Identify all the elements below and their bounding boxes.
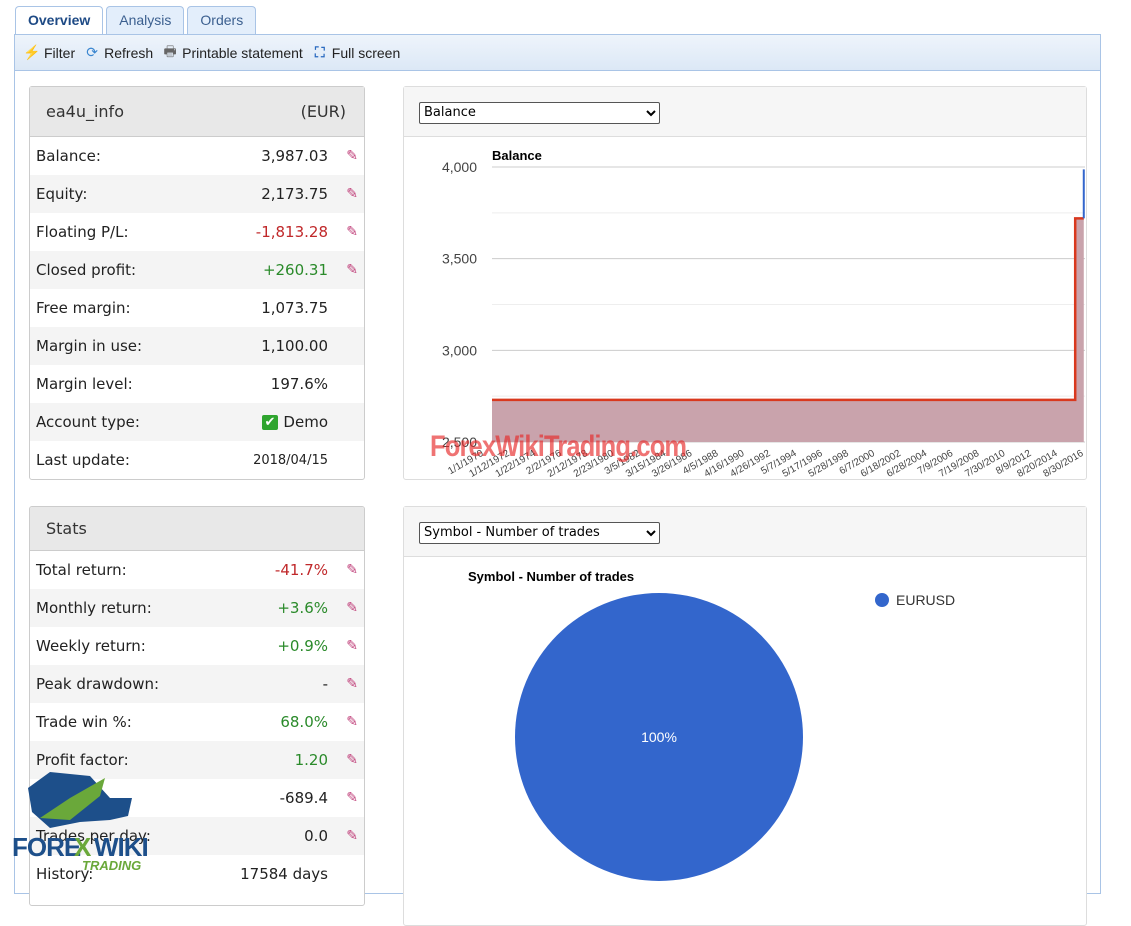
stat-row: Total return: -41.7% ✎ [30,551,364,589]
row-value: -1,813.28 [255,223,328,241]
row-value: 1,100.00 [261,337,328,355]
row-value: -41.7% [274,561,328,579]
legend-label: EURUSD [896,592,955,608]
legend-marker [875,593,889,607]
chart-icon[interactable]: ✎ [328,262,358,278]
forexwiki-logo: FORE X WIKI TRADING [12,772,149,873]
refresh-icon: ⟳ [86,44,98,60]
printer-icon: 🖶 [163,42,177,59]
stat-row: Floating P/L: -1,813.28 ✎ [30,213,364,251]
stat-row: Margin in use: 1,100.00 [30,327,364,365]
chart-icon[interactable]: ✎ [328,600,358,616]
chart-icon[interactable]: ✎ [328,562,358,578]
stat-row: Account type: ✔ Demo [30,403,364,441]
tab-overview[interactable]: Overview [15,6,104,35]
filter-button[interactable]: ⚡ Filter [23,44,75,61]
stat-row: Peak drawdown: - ✎ [30,665,364,703]
account-header: ea4u_info (EUR) [30,87,364,137]
stat-row: Free margin: 1,073.75 [30,289,364,327]
row-label: Balance: [36,147,101,165]
toolbar: ⚡ Filter ⟳ Refresh 🖶 Printable statement ⛶ F… [15,35,1100,71]
chart-icon[interactable]: ✎ [328,790,358,806]
slice-label: 100% [641,729,677,745]
printable-statement-button[interactable]: 🖶 Printable statement [161,41,303,65]
balance-line [492,217,1084,402]
row-label: Equity: [36,185,88,203]
chart-icon[interactable]: ✎ [328,638,358,654]
row-label: Account type: [36,413,140,431]
row-label: Weekly return: [36,637,146,655]
stats-header: Stats [30,507,364,551]
check-icon: ✔ [261,414,279,430]
chart-title: Symbol - Number of trades [468,569,634,584]
row-value: 0.0 [304,827,328,845]
row-label: Profit factor: [36,751,129,769]
svg-text:FORE: FORE [12,832,81,862]
row-value: 1,073.75 [261,299,328,317]
row-label: Margin level: [36,375,133,393]
row-label: Floating P/L: [36,223,129,241]
row-value: Demo [283,413,328,431]
chart-icon[interactable]: ✎ [328,714,358,730]
y-tick-label: 4,000 [442,159,477,175]
stat-row: Equity: 2,173.75 ✎ [30,175,364,213]
symbol-chart-panel: Symbol - Number of trades Symbol - Numbe… [403,506,1087,926]
overview-panel: ⚡ Filter ⟳ Refresh 🖶 Printable statement ⛶ F… [14,34,1101,926]
row-value: -689.4 [279,789,328,807]
balance-area [492,218,1084,442]
chart-icon[interactable]: ✎ [328,752,358,768]
row-value: 68.0% [280,713,328,731]
row-value: 2,173.75 [261,185,328,203]
row-label: Free margin: [36,299,131,317]
row-label: Trade win %: [36,713,132,731]
svg-text:TRADING: TRADING [82,858,141,873]
filter-icon: ⚡ [23,44,41,60]
tab-analysis[interactable]: Analysis [106,6,185,34]
stat-row: Trade win %: 68.0% ✎ [30,703,364,741]
balance-chart-panel: Balance Balance 2,500 3,000 3,500 4,000 1/1/1… [403,86,1087,480]
stat-row: Margin level: 197.6% [30,365,364,403]
row-label: Last update: [36,451,130,469]
chart-icon[interactable]: ✎ [328,148,358,164]
row-value: 17584 days [240,865,328,883]
refresh-button[interactable]: ⟳ Refresh [83,44,153,61]
account-panel: ea4u_info (EUR) Balance: 3,987.03 ✎ Equity: 2… [29,86,365,480]
y-tick-label: 3,500 [442,251,477,267]
stat-row: Last update: 2018/04/15 [30,441,364,479]
row-value: 2018/04/15 [253,452,328,468]
row-value: 1.20 [294,751,328,769]
chart-icon[interactable]: ✎ [328,676,358,692]
row-label: Peak drawdown: [36,675,160,693]
fullscreen-icon: ⛶ [314,44,325,60]
row-value: +0.9% [277,637,328,655]
row-value: +260.31 [262,261,328,279]
full-screen-button[interactable]: ⛶ Full screen [311,44,400,61]
stat-row: Monthly return: +3.6% ✎ [30,589,364,627]
row-value: +3.6% [277,599,328,617]
chart-icon[interactable]: ✎ [328,224,358,240]
y-tick-label: 3,000 [442,342,477,358]
chart-title: Balance [492,148,542,163]
row-label: Closed profit: [36,261,137,279]
row-value: 197.6% [270,375,328,393]
watermark-text: ForexWikiTrading.com [430,430,687,463]
tab-orders[interactable]: Orders [187,6,257,34]
stat-row: Closed profit: +260.31 ✎ [30,251,364,289]
chart-icon[interactable]: ✎ [328,828,358,844]
stat-row: Balance: 3,987.03 ✎ [30,137,364,175]
pie-type-select[interactable]: Symbol - Number of trades [419,521,660,544]
row-value: 3,987.03 [261,147,328,165]
chart-type-select[interactable]: Balance [419,101,660,124]
row-label: Monthly return: [36,599,152,617]
row-label: Total return: [36,561,127,579]
row-label: Margin in use: [36,337,143,355]
chart-icon[interactable]: ✎ [328,186,358,202]
balance-chart: Balance2,5003,0003,5004,0001/1/19701/12/… [442,148,1086,480]
tab-bar: Overview Analysis Orders [15,6,257,35]
symbol-pie-chart: Symbol - Number of trades 100% EURUSD [468,569,955,881]
stat-row: Weekly return: +0.9% ✎ [30,627,364,665]
